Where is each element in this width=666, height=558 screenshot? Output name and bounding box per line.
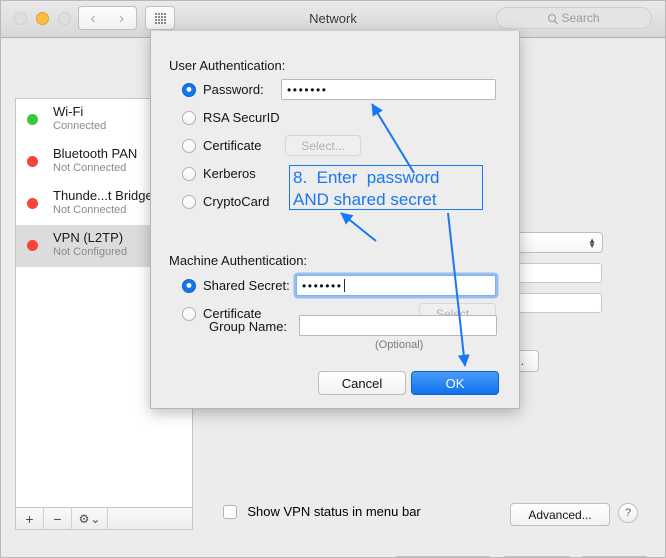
- toolbar-filler: [108, 508, 192, 529]
- user-certificate-select-button: Select...: [285, 135, 361, 156]
- text-caret: [344, 279, 345, 292]
- status-dot-icon: [27, 114, 38, 125]
- radio-button-icon: [182, 111, 196, 125]
- radio-password[interactable]: Password:: [182, 82, 264, 97]
- group-name-hint: (Optional): [375, 339, 419, 352]
- remove-service-button[interactable]: −: [44, 508, 72, 529]
- account-name-field[interactable]: [516, 293, 602, 313]
- shared-secret-value: •••••••: [302, 279, 343, 293]
- gear-icon: ⚙: [79, 512, 90, 526]
- radio-label: Kerberos: [203, 166, 256, 181]
- radio-button-icon: [182, 83, 196, 97]
- chevron-down-icon: ⌄: [90, 512, 100, 526]
- radio-cryptocard[interactable]: CryptoCard: [182, 194, 269, 209]
- advanced-button[interactable]: Advanced...: [510, 503, 610, 526]
- password-value: •••••••: [287, 83, 328, 97]
- radio-rsa-securid[interactable]: RSA SecurID: [182, 110, 280, 125]
- add-service-button[interactable]: +: [16, 508, 44, 529]
- status-dot-icon: [27, 156, 38, 167]
- configuration-popup-button[interactable]: ▲▼: [516, 232, 603, 253]
- service-list-toolbar: + − ⚙⌄: [15, 507, 193, 530]
- radio-button-icon: [182, 195, 196, 209]
- shared-secret-field[interactable]: •••••••: [296, 275, 496, 296]
- search-icon: [548, 14, 556, 22]
- group-name-field[interactable]: [299, 315, 497, 336]
- show-vpn-status-label: Show VPN status in menu bar: [247, 504, 420, 519]
- help-button[interactable]: ?: [618, 503, 638, 523]
- ok-button[interactable]: OK: [411, 371, 499, 395]
- radio-button-icon: [182, 279, 196, 293]
- authentication-settings-dialog: User Authentication: Password: ••••••• R…: [150, 31, 520, 409]
- cancel-button[interactable]: Cancel: [318, 371, 406, 395]
- radio-label: Certificate: [203, 138, 262, 153]
- show-vpn-status-row[interactable]: Show VPN status in menu bar: [223, 504, 421, 519]
- radio-label: Shared Secret:: [203, 278, 290, 293]
- annotation-callout: 8. Enter password AND shared secret: [289, 165, 483, 210]
- user-authentication-heading: User Authentication:: [169, 58, 285, 73]
- search-placeholder: Search: [561, 11, 599, 25]
- machine-authentication-heading: Machine Authentication:: [169, 253, 307, 268]
- radio-button-icon: [182, 307, 196, 321]
- status-dot-icon: [27, 240, 38, 251]
- radio-kerberos[interactable]: Kerberos: [182, 166, 256, 181]
- radio-user-certificate[interactable]: Certificate: [182, 138, 262, 153]
- radio-button-icon: [182, 139, 196, 153]
- group-name-label: Group Name:: [209, 319, 287, 334]
- radio-button-icon: [182, 167, 196, 181]
- button-label: Select...: [301, 139, 344, 153]
- search-input[interactable]: Search: [496, 7, 652, 29]
- server-address-field[interactable]: [516, 263, 602, 283]
- network-preferences-window: ‹ › Network Search Wi-Fi Connected Bluet: [0, 0, 666, 558]
- radio-label: Password:: [203, 82, 264, 97]
- radio-label: CryptoCard: [203, 194, 269, 209]
- show-vpn-status-checkbox[interactable]: [223, 505, 237, 519]
- radio-shared-secret[interactable]: Shared Secret:: [182, 278, 290, 293]
- password-field[interactable]: •••••••: [281, 79, 496, 100]
- status-dot-icon: [27, 198, 38, 209]
- radio-label: RSA SecurID: [203, 110, 280, 125]
- chevron-updown-icon: ▲▼: [588, 238, 596, 248]
- service-actions-gear-button[interactable]: ⚙⌄: [72, 508, 108, 529]
